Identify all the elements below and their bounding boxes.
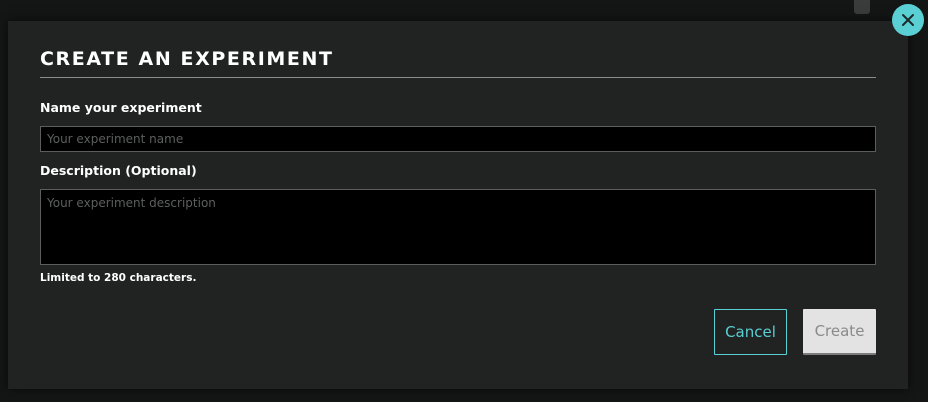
dialog-title: CREATE AN EXPERIMENT bbox=[40, 48, 334, 70]
background-scrollbar bbox=[854, 0, 870, 14]
experiment-name-input[interactable] bbox=[40, 126, 876, 152]
close-icon bbox=[902, 14, 914, 26]
name-label: Name your experiment bbox=[40, 100, 202, 115]
experiment-description-textarea[interactable] bbox=[40, 189, 876, 265]
close-button[interactable] bbox=[892, 4, 924, 36]
title-divider bbox=[40, 77, 876, 78]
create-button[interactable]: Create bbox=[803, 309, 876, 355]
cancel-button[interactable]: Cancel bbox=[714, 309, 787, 355]
description-label: Description (Optional) bbox=[40, 163, 197, 178]
create-experiment-dialog: CREATE AN EXPERIMENT Name your experimen… bbox=[8, 21, 908, 389]
character-limit-hint: Limited to 280 characters. bbox=[40, 272, 197, 284]
